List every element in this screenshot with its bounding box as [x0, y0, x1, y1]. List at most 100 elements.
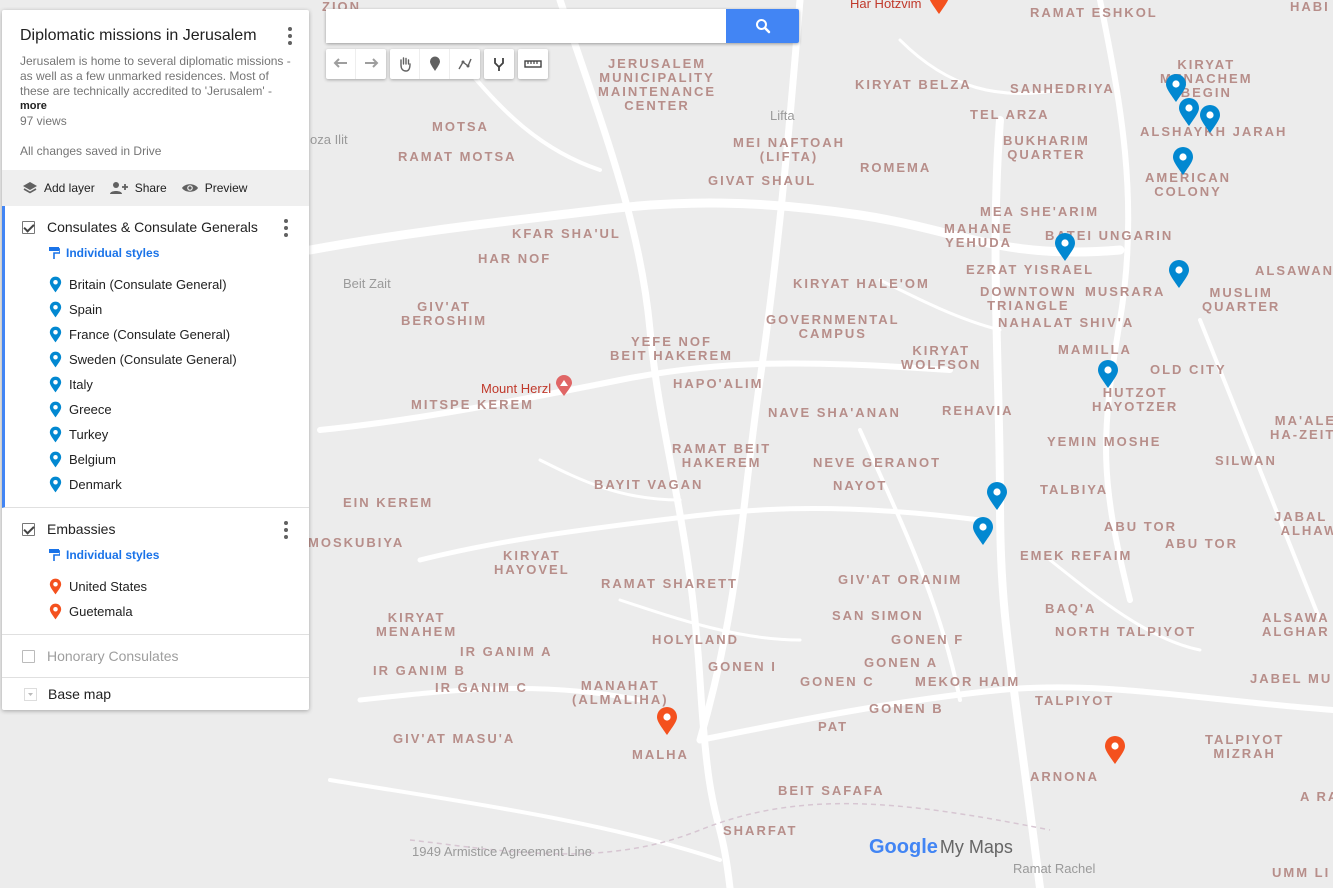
- styles-label: Individual styles: [66, 548, 160, 562]
- individual-styles-link[interactable]: Individual styles: [5, 242, 309, 264]
- layer-name[interactable]: Honorary Consulates: [47, 648, 179, 664]
- layer-embassies[interactable]: Embassies Individual styles United State…: [2, 508, 309, 635]
- map-place-label: KIRYAT HAYOVEL: [494, 548, 570, 577]
- item-label: Britain (Consulate General): [69, 277, 227, 292]
- layer-options-menu-icon[interactable]: [277, 218, 295, 238]
- consulate-pin[interactable]: [972, 516, 994, 546]
- layer-header: Embassies: [2, 514, 309, 544]
- consulate-pin[interactable]: [1054, 232, 1076, 262]
- select-tool-button[interactable]: [390, 49, 420, 79]
- add-layer-button[interactable]: Add layer: [22, 181, 95, 195]
- list-item[interactable]: Italy: [5, 372, 309, 397]
- undo-button[interactable]: [326, 49, 356, 79]
- view-count: 97 views: [20, 114, 67, 128]
- redo-button[interactable]: [356, 49, 386, 79]
- list-item[interactable]: Spain: [5, 297, 309, 322]
- search-input[interactable]: [326, 9, 726, 43]
- layer-checkbox[interactable]: [22, 522, 35, 536]
- map-place-label: HUTZOT HAYOTZER: [1092, 385, 1179, 414]
- layer-options-menu-icon[interactable]: [277, 520, 295, 540]
- map-marker-icon: [48, 578, 62, 595]
- map-place-label: IR GANIM B: [373, 663, 466, 678]
- consulate-pin[interactable]: [1172, 146, 1194, 176]
- hand-icon: [399, 57, 411, 72]
- draw-line-button[interactable]: [450, 49, 480, 79]
- list-item[interactable]: Greece: [5, 397, 309, 422]
- map-place-label: MOTSA: [432, 119, 489, 134]
- layer-items: Britain (Consulate General) Spain France (…: [5, 264, 309, 507]
- consulate-pin[interactable]: [1199, 104, 1221, 134]
- individual-styles-link[interactable]: Individual styles: [2, 544, 309, 566]
- list-item[interactable]: Turkey: [5, 422, 309, 447]
- map-place-label: EIN KEREM: [343, 495, 434, 510]
- search-button[interactable]: [726, 9, 799, 43]
- layer-consulates[interactable]: Consulates & Consulate Generals Individu…: [2, 206, 309, 508]
- map-place-label: ARNONA: [1030, 769, 1100, 784]
- google-wordmark: Google: [869, 836, 938, 858]
- layer-items: United States Guetemala: [2, 566, 309, 634]
- measure-button[interactable]: [518, 49, 548, 79]
- map-description[interactable]: Jerusalem is home to several diplomatic …: [20, 54, 292, 99]
- layer-name[interactable]: Embassies: [47, 521, 115, 537]
- more-link[interactable]: more: [20, 100, 291, 112]
- map-marker-icon: [48, 276, 62, 293]
- map-place-label: GIV'AT ORANIM: [838, 572, 963, 587]
- list-item[interactable]: Denmark: [5, 472, 309, 497]
- preview-button[interactable]: Preview: [181, 181, 247, 195]
- list-item[interactable]: Sweden (Consulate General): [5, 347, 309, 372]
- paint-roller-icon: [49, 549, 60, 561]
- layer-honorary-consulates[interactable]: Honorary Consulates: [2, 635, 309, 678]
- list-item[interactable]: France (Consulate General): [5, 322, 309, 347]
- map-place-label: BAYIT VAGAN: [594, 477, 704, 492]
- directions-button[interactable]: [484, 49, 514, 79]
- consulate-pin[interactable]: [1178, 97, 1200, 127]
- map-place-label: GONEN A: [864, 655, 939, 670]
- layer-name[interactable]: Consulates & Consulate Generals: [47, 219, 258, 235]
- search-box: [326, 9, 799, 43]
- consulate-pin[interactable]: [1168, 259, 1190, 289]
- map-place-label: GONEN I: [708, 659, 777, 674]
- map-place-label: REHAVIA: [942, 403, 1014, 418]
- layer-checkbox[interactable]: [22, 649, 35, 663]
- consulate-pin[interactable]: [986, 481, 1008, 511]
- list-item[interactable]: Guetemala: [2, 599, 309, 624]
- item-label: Turkey: [69, 427, 109, 442]
- chevron-down-icon[interactable]: [24, 687, 37, 701]
- embassy-pin[interactable]: [1104, 735, 1126, 765]
- map-title[interactable]: Diplomatic missions in Jerusalem: [20, 26, 291, 46]
- map-place-label: A RAWA: [1300, 789, 1333, 804]
- map-place-label: MOSKUBIYA: [308, 535, 405, 550]
- share-button[interactable]: Share: [109, 181, 167, 195]
- google-my-maps-logo: Google My Maps: [869, 836, 1013, 859]
- search-icon: [755, 19, 770, 34]
- map-place-label: RAMAT BEIT HAKEREM: [672, 441, 772, 470]
- map-place-label: SAN SIMON: [832, 608, 924, 623]
- map-place-label: SHARFAT: [723, 823, 798, 838]
- consulate-pin[interactable]: [1097, 359, 1119, 389]
- map-place-label: GIV'AT BEROSHIM: [401, 299, 488, 328]
- base-map-section[interactable]: Base map: [2, 678, 309, 710]
- layer-checkbox[interactable]: [22, 220, 35, 234]
- map-place-label: KIRYAT HALE'OM: [793, 276, 930, 291]
- map-place-label: KFAR SHA'UL: [512, 226, 621, 241]
- add-marker-button[interactable]: [420, 49, 450, 79]
- layer-header: Honorary Consulates: [2, 641, 309, 671]
- map-place-label: IR GANIM A: [460, 644, 553, 659]
- directions-icon: [494, 58, 504, 71]
- map-place-label: YEFE NOF BEIT HAKEREM: [610, 334, 733, 363]
- map-place-label: MUSRARA: [1085, 284, 1166, 299]
- map-options-menu-icon[interactable]: [281, 26, 299, 46]
- mount-herzl-poi[interactable]: Mount Herzl: [481, 375, 573, 402]
- embassy-pin[interactable]: [928, 0, 950, 15]
- list-item[interactable]: Britain (Consulate General): [5, 272, 309, 297]
- map-place-label: HOLYLAND: [652, 632, 740, 647]
- map-place-label: MANAHAT (ALMALIHA): [572, 678, 669, 707]
- list-item[interactable]: Belgium: [5, 447, 309, 472]
- embassy-pin[interactable]: [656, 706, 678, 736]
- map-place-label: SANHEDRIYA: [1010, 81, 1115, 96]
- map-place-label: JABEL MUKA: [1250, 671, 1333, 686]
- map-place-label: PAT: [818, 719, 849, 734]
- list-item[interactable]: United States: [2, 574, 309, 599]
- map-place-label: MA'ALE HA-ZEITI: [1270, 413, 1333, 442]
- map-place-label: MEI NAFTOAH (LIFTA): [733, 135, 846, 164]
